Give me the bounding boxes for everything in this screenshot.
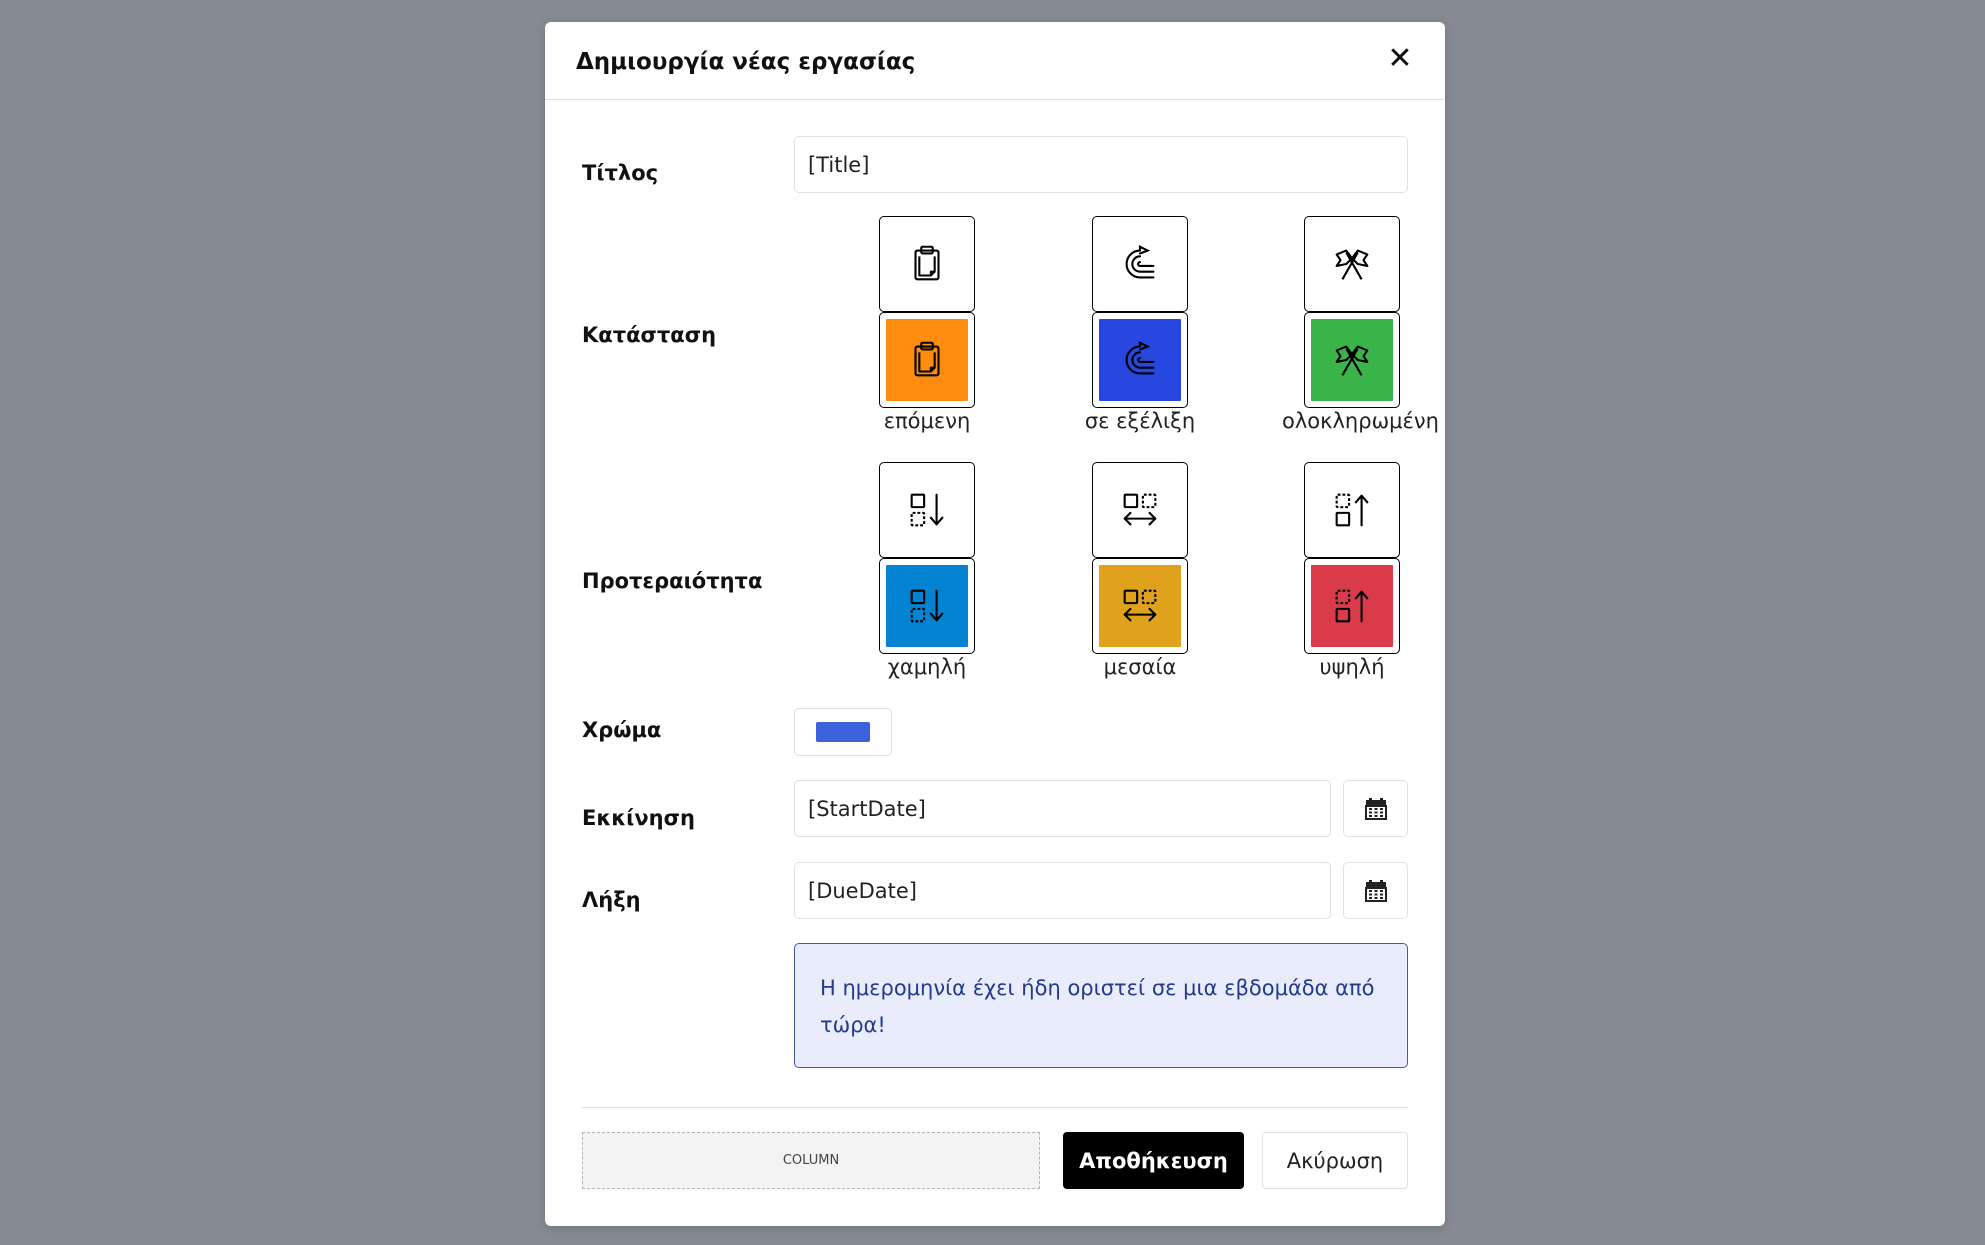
priority-low-tile[interactable]	[879, 462, 975, 558]
crossed-flags-icon	[1335, 249, 1369, 280]
color-label: Χρώμα	[582, 718, 662, 742]
priority-medium-fill	[1099, 565, 1181, 647]
priority-high-fill	[1311, 565, 1393, 647]
footer-divider	[582, 1107, 1408, 1108]
priority-label: Προτεραιότητα	[582, 569, 763, 593]
priority-option-high[interactable]: υψηλή	[1282, 462, 1422, 679]
due-date-input[interactable]	[794, 862, 1331, 919]
priority-medium-tile[interactable]	[1092, 462, 1188, 558]
priority-high-icon	[1335, 493, 1369, 527]
priority-high-icon	[1335, 589, 1369, 623]
clipboard-icon	[914, 245, 940, 281]
status-next-label: επόμενη	[883, 409, 971, 433]
priority-high-tile[interactable]	[1304, 462, 1400, 558]
clipboard-icon	[914, 341, 940, 377]
crossed-flags-icon	[1335, 345, 1369, 376]
save-button[interactable]: Αποθήκευση	[1063, 1132, 1244, 1189]
priority-low-fill	[886, 565, 968, 647]
status-in-progress-label: σε εξέλιξη	[1084, 409, 1196, 433]
status-in-progress-tile-selected[interactable]	[1092, 312, 1188, 408]
close-icon[interactable]: ✕	[1385, 44, 1415, 74]
priority-low-icon	[910, 589, 944, 623]
color-swatch	[816, 722, 870, 742]
priority-high-label: υψηλή	[1319, 655, 1385, 679]
status-next-tile-selected[interactable]	[879, 312, 975, 408]
status-done-fill	[1311, 319, 1393, 401]
status-done-tile[interactable]	[1304, 216, 1400, 312]
priority-option-medium[interactable]: μεσαία	[1070, 462, 1210, 679]
status-in-progress-fill	[1099, 319, 1181, 401]
priority-medium-label: μεσαία	[1103, 655, 1177, 679]
status-option-done[interactable]: ολοκληρωμένη	[1282, 216, 1439, 433]
start-date-input[interactable]	[794, 780, 1331, 837]
color-picker-button[interactable]	[794, 708, 892, 756]
status-next-fill	[886, 319, 968, 401]
progress-arrow-icon	[1125, 341, 1155, 375]
status-done-tile-selected[interactable]	[1304, 312, 1400, 408]
title-input[interactable]	[794, 136, 1408, 193]
priority-low-icon	[910, 493, 944, 527]
due-date-info-alert: Η ημερομηνία έχει ήδη οριστεί σε μια εβδ…	[794, 943, 1408, 1068]
start-date-calendar-button[interactable]	[1343, 780, 1408, 837]
status-next-tile[interactable]	[879, 216, 975, 312]
priority-option-low[interactable]: χαμηλή	[857, 462, 997, 679]
priority-medium-icon	[1123, 493, 1157, 526]
status-in-progress-tile[interactable]	[1092, 216, 1188, 312]
priority-low-tile-selected[interactable]	[879, 558, 975, 654]
dialog-title: Δημιουργία νέας εργασίας	[576, 49, 916, 75]
cancel-button[interactable]: Ακύρωση	[1262, 1132, 1408, 1189]
priority-low-label: χαμηλή	[887, 655, 967, 679]
start-date-label: Εκκίνηση	[582, 806, 695, 830]
column-placeholder: COLUMN	[582, 1132, 1040, 1189]
status-option-next[interactable]: επόμενη	[857, 216, 997, 433]
calendar-icon	[1364, 879, 1387, 902]
title-label: Τίτλος	[582, 161, 659, 185]
progress-arrow-icon	[1125, 245, 1155, 279]
priority-medium-tile-selected[interactable]	[1092, 558, 1188, 654]
create-task-dialog: Δημιουργία νέας εργασίας ✕ Τίτλος Κατάστ…	[545, 22, 1445, 1226]
due-date-calendar-button[interactable]	[1343, 862, 1408, 919]
status-done-label: ολοκληρωμένη	[1282, 409, 1439, 433]
due-date-label: Λήξη	[582, 888, 641, 912]
status-label: Κατάσταση	[582, 323, 717, 347]
priority-medium-icon	[1123, 589, 1157, 622]
dialog-header: Δημιουργία νέας εργασίας ✕	[545, 22, 1445, 100]
calendar-icon	[1364, 797, 1387, 820]
priority-high-tile-selected[interactable]	[1304, 558, 1400, 654]
status-option-in-progress[interactable]: σε εξέλιξη	[1070, 216, 1210, 433]
